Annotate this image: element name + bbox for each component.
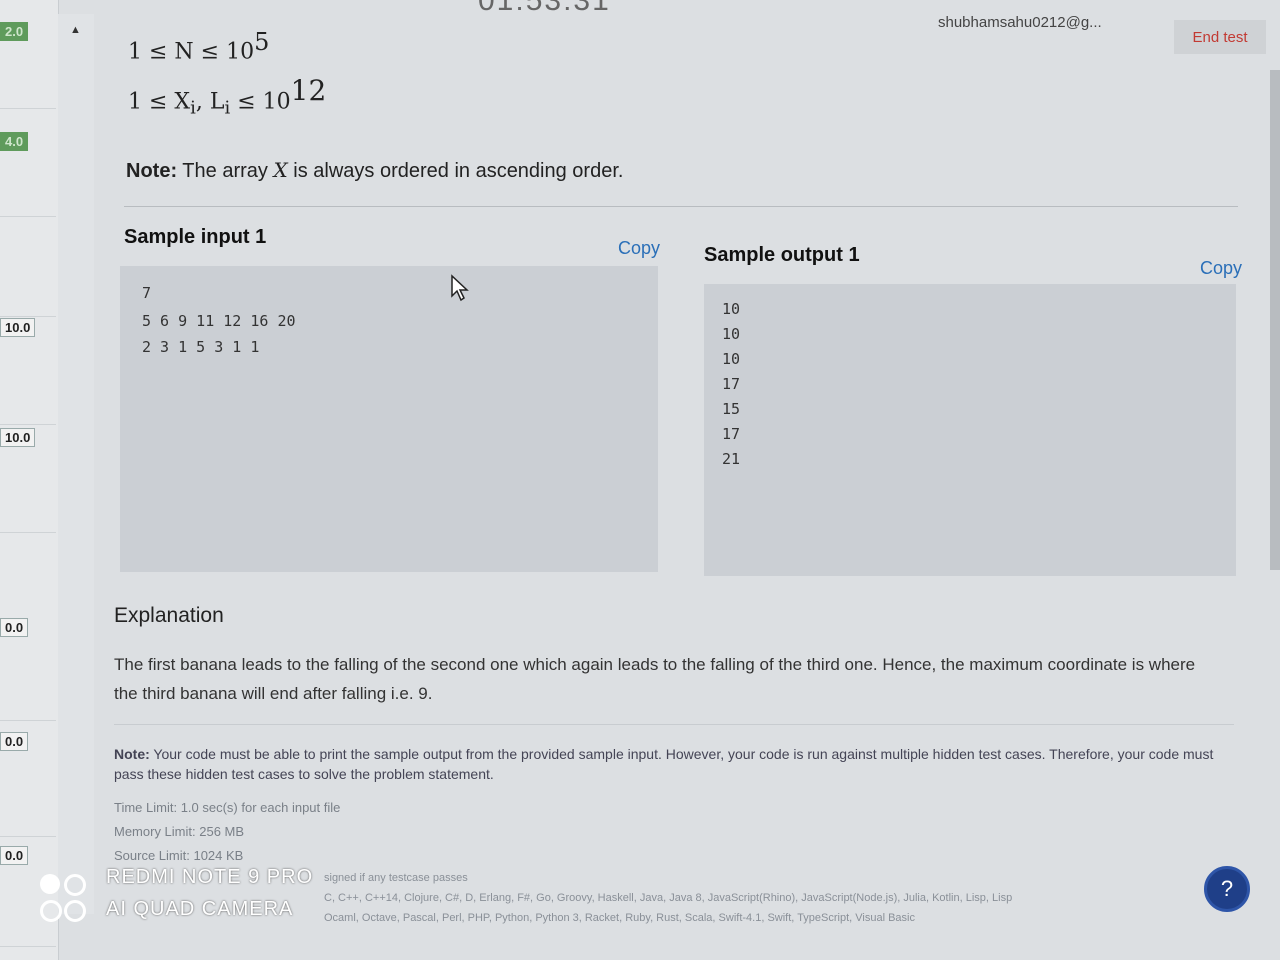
score-badge: 10.0 bbox=[0, 318, 36, 337]
sidebar-item-q6[interactable]: 0.0 bbox=[0, 612, 56, 721]
constraint-text: 1 ≤ X bbox=[128, 89, 191, 115]
constraint-x-l: 1 ≤ Xi, Li ≤ 1012 bbox=[128, 74, 326, 119]
sidebar-item-q1[interactable]: 2.0 bbox=[0, 0, 56, 109]
watermark-line-2: AI QUAD CAMERA bbox=[106, 898, 294, 920]
copy-input-button[interactable]: Copy bbox=[618, 238, 660, 259]
output-line: 10 bbox=[722, 350, 741, 368]
collapse-arrow-icon[interactable]: ▲ bbox=[70, 24, 81, 36]
note-math: X bbox=[273, 158, 288, 182]
score-badge: 0.0 bbox=[0, 618, 29, 637]
copy-output-button[interactable]: Copy bbox=[1200, 258, 1242, 279]
watermark-line-1: REDMI NOTE 9 PRO bbox=[106, 866, 314, 888]
constraint-n: 1 ≤ N ≤ 105 bbox=[128, 28, 269, 64]
constraint-text: ≤ 10 bbox=[230, 89, 291, 115]
camera-logo-ring bbox=[64, 874, 86, 896]
sidebar-item-q5[interactable]: 10.0 bbox=[0, 424, 56, 533]
input-line: 7 bbox=[142, 284, 152, 302]
divider bbox=[114, 724, 1234, 725]
constraint-exponent: 12 bbox=[290, 74, 327, 107]
mouse-cursor-icon bbox=[451, 274, 469, 302]
sidebar-item-q4[interactable]: 10.0 bbox=[0, 316, 56, 425]
sidebar-item-q2[interactable]: 4.0 bbox=[0, 108, 56, 217]
languages-list: C, C++, C++14, Clojure, C#, D, Erlang, F… bbox=[324, 892, 1013, 904]
note-ascending: Note: The array X is always ordered in a… bbox=[126, 158, 623, 183]
scoring-note: signed if any testcase passes bbox=[324, 872, 468, 884]
camera-logo-ring bbox=[40, 900, 62, 922]
camera-logo-dot bbox=[40, 874, 60, 894]
score-badge: 0.0 bbox=[0, 846, 29, 865]
score-badge: 0.0 bbox=[0, 732, 29, 751]
output-line: 21 bbox=[722, 450, 741, 468]
explanation-text: The first banana leads to the falling of… bbox=[114, 655, 1196, 703]
output-line: 10 bbox=[722, 325, 741, 343]
note-text: The array bbox=[177, 160, 274, 182]
output-line: 17 bbox=[722, 375, 741, 393]
output-line: 10 bbox=[722, 300, 741, 318]
limits-block: Time Limit: 1.0 sec(s) for each input fi… bbox=[114, 796, 340, 868]
sample-input-title: Sample input 1 bbox=[124, 226, 267, 248]
camera-logo-icon bbox=[40, 872, 96, 924]
allowed-languages: signed if any testcase passes C, C++, C+… bbox=[324, 868, 1184, 928]
sample-output-box[interactable]: 10 10 10 17 15 17 21 bbox=[704, 284, 1236, 576]
output-line: 17 bbox=[722, 425, 741, 443]
input-line: 5 6 9 11 12 16 20 bbox=[142, 312, 296, 330]
score-badge: 2.0 bbox=[0, 22, 29, 41]
source-limit: Source Limit: 1024 KB bbox=[114, 848, 244, 863]
note-text: is always ordered in ascending order. bbox=[287, 160, 624, 182]
sidebar-item-q3[interactable] bbox=[0, 216, 56, 317]
sample-input-box[interactable]: 7 5 6 9 11 12 16 20 2 3 1 5 3 1 1 bbox=[120, 266, 658, 572]
languages-list: Ocaml, Octave, Pascal, Perl, PHP, Python… bbox=[324, 912, 915, 924]
note-label: Note: bbox=[114, 746, 150, 762]
memory-limit: Memory Limit: 256 MB bbox=[114, 824, 245, 839]
constraint-text: 1 ≤ N ≤ 10 bbox=[128, 39, 255, 65]
problem-panel: 1 ≤ N ≤ 105 1 ≤ Xi, Li ≤ 1012 Note: The … bbox=[94, 0, 1264, 960]
constraint-text: , L bbox=[195, 89, 225, 115]
sidebar-scroll-track[interactable] bbox=[58, 14, 94, 914]
output-line: 15 bbox=[722, 400, 741, 418]
help-button[interactable]: ? bbox=[1204, 866, 1250, 912]
sidebar-item-q7[interactable]: 0.0 bbox=[0, 728, 56, 837]
score-badge: 10.0 bbox=[0, 428, 36, 447]
note-text: Your code must be able to print the samp… bbox=[114, 746, 1214, 782]
score-badge: 4.0 bbox=[0, 132, 29, 151]
sample-output-title: Sample output 1 bbox=[704, 244, 860, 266]
divider bbox=[124, 206, 1238, 207]
question-sidebar: 2.0 4.0 10.0 10.0 0.0 0.0 0.0 bbox=[0, 0, 59, 960]
explanation-title: Explanation bbox=[114, 604, 224, 627]
page-scrollbar[interactable] bbox=[1270, 70, 1280, 570]
camera-logo-ring bbox=[64, 900, 86, 922]
input-line: 2 3 1 5 3 1 1 bbox=[142, 338, 260, 356]
note-label: Note: bbox=[126, 160, 178, 182]
hidden-tests-note: Note: Your code must be able to print th… bbox=[114, 744, 1224, 784]
constraint-exponent: 5 bbox=[254, 28, 270, 56]
time-limit: Time Limit: 1.0 sec(s) for each input fi… bbox=[114, 800, 341, 815]
